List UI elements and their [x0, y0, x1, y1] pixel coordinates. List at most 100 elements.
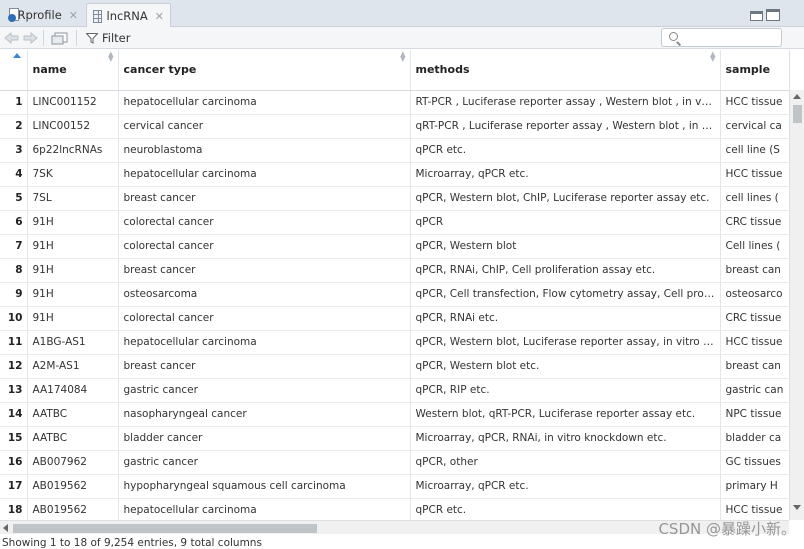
- sample-cell[interactable]: gastric can: [720, 378, 789, 403]
- search-input[interactable]: [661, 28, 782, 47]
- row-number-cell[interactable]: 3: [0, 138, 28, 163]
- sample-cell[interactable]: HCC tissue: [720, 498, 789, 520]
- name-cell[interactable]: AB019562: [27, 474, 119, 499]
- cancer-type-cell[interactable]: neuroblastoma: [118, 138, 411, 163]
- table-row[interactable]: 9 91H osteosarcoma qPCR, Cell transfection,…: [0, 282, 789, 307]
- row-number-cell[interactable]: 13: [0, 378, 28, 403]
- sample-cell[interactable]: breast can: [720, 258, 789, 283]
- filter-button[interactable]: Filter: [86, 30, 130, 46]
- name-cell[interactable]: AATBC: [27, 402, 119, 427]
- cancer-type-cell[interactable]: osteosarcoma: [118, 282, 411, 307]
- name-cell[interactable]: AATBC: [27, 426, 119, 451]
- sample-cell[interactable]: cell line (S: [720, 138, 789, 163]
- methods-cell[interactable]: qPCR etc.: [410, 498, 721, 520]
- row-number-cell[interactable]: 2: [0, 114, 28, 139]
- methods-cell[interactable]: qPCR, Western blot, Luciferase reporter …: [410, 330, 721, 355]
- name-cell[interactable]: 91H: [27, 306, 119, 331]
- tab-rprofile[interactable]: .Rprofile ✕: [2, 3, 84, 27]
- name-cell[interactable]: 6p22lncRNAs: [27, 138, 119, 163]
- tab-lncrna[interactable]: lncRNA ✕: [86, 3, 171, 28]
- row-number-cell[interactable]: 9: [0, 282, 28, 307]
- table-row[interactable]: 2 LINC00152 cervical cancer qRT-PCR , Lucif…: [0, 114, 789, 139]
- methods-cell[interactable]: Microarray, qPCR etc.: [410, 162, 721, 187]
- table-row[interactable]: 5 7SL breast cancer qPCR, Western blot, ChI…: [0, 186, 789, 211]
- row-number-cell[interactable]: 16: [0, 450, 28, 475]
- scroll-up-arrow-icon[interactable]: [793, 94, 801, 99]
- methods-cell[interactable]: qRT-PCR , Luciferase reporter assay , We…: [410, 114, 721, 139]
- table-row[interactable]: 16 AB007962 gastric cancer qPCR, other GC ti…: [0, 450, 789, 475]
- name-cell[interactable]: 91H: [27, 258, 119, 283]
- methods-cell[interactable]: Microarray, qPCR etc.: [410, 474, 721, 499]
- methods-cell[interactable]: qPCR etc.: [410, 138, 721, 163]
- cancer-type-cell[interactable]: breast cancer: [118, 354, 411, 379]
- table-row[interactable]: 11 A1BG-AS1 hepatocellular carcinoma qPCR, …: [0, 330, 789, 355]
- name-cell[interactable]: A2M-AS1: [27, 354, 119, 379]
- row-number-cell[interactable]: 18: [0, 498, 28, 520]
- methods-cell[interactable]: qPCR, RIP etc.: [410, 378, 721, 403]
- cancer-type-cell[interactable]: breast cancer: [118, 258, 411, 283]
- name-cell[interactable]: AB019562: [27, 498, 119, 520]
- cancer-type-cell[interactable]: gastric cancer: [118, 450, 411, 475]
- column-header-sample[interactable]: sample: [720, 50, 789, 91]
- cancer-type-cell[interactable]: colorectal cancer: [118, 306, 411, 331]
- column-header-cancer-type[interactable]: cancer type ▲ ▼: [118, 50, 411, 91]
- table-row[interactable]: 17 AB019562 hypopharyngeal squamous cell c…: [0, 474, 789, 499]
- table-row[interactable]: 12 A2M-AS1 breast cancer qPCR, Western blot…: [0, 354, 789, 379]
- row-number-cell[interactable]: 4: [0, 162, 28, 187]
- name-cell[interactable]: LINC001152: [27, 90, 119, 115]
- table-row[interactable]: 14 AATBC nasopharyngeal cancer Western blot…: [0, 402, 789, 427]
- methods-cell[interactable]: Microarray, qPCR, RNAi, in vitro knockdo…: [410, 426, 721, 451]
- sample-cell[interactable]: HCC tissue: [720, 90, 789, 115]
- methods-cell[interactable]: qPCR, Western blot, ChIP, Luciferase rep…: [410, 186, 721, 211]
- sample-cell[interactable]: cell lines (: [720, 186, 789, 211]
- cancer-type-cell[interactable]: bladder cancer: [118, 426, 411, 451]
- name-cell[interactable]: 91H: [27, 234, 119, 259]
- table-row[interactable]: 3 6p22lncRNAs neuroblastoma qPCR etc. cell l…: [0, 138, 789, 163]
- sample-cell[interactable]: GC tissues: [720, 450, 789, 475]
- sample-cell[interactable]: CRC tissue: [720, 210, 789, 235]
- table-row[interactable]: 8 91H breast cancer qPCR, RNAi, ChIP, Cell …: [0, 258, 789, 283]
- cancer-type-cell[interactable]: hepatocellular carcinoma: [118, 330, 411, 355]
- sample-cell[interactable]: CRC tissue: [720, 306, 789, 331]
- column-header-methods[interactable]: methods ▲ ▼: [410, 50, 721, 91]
- cancer-type-cell[interactable]: hypopharyngeal squamous cell carcinoma: [118, 474, 411, 499]
- sample-cell[interactable]: HCC tissue: [720, 330, 789, 355]
- table-row[interactable]: 7 91H colorectal cancer qPCR, Western blot C…: [0, 234, 789, 259]
- cancer-type-cell[interactable]: cervical cancer: [118, 114, 411, 139]
- cancer-type-cell[interactable]: gastric cancer: [118, 378, 411, 403]
- scroll-down-arrow-icon[interactable]: [793, 505, 801, 510]
- name-cell[interactable]: 7SL: [27, 186, 119, 211]
- methods-cell[interactable]: qPCR, other: [410, 450, 721, 475]
- methods-cell[interactable]: qPCR: [410, 210, 721, 235]
- methods-cell[interactable]: qPCR, Cell transfection, Flow cytometry …: [410, 282, 721, 307]
- methods-cell[interactable]: RT-PCR , Luciferase reporter assay , Wes…: [410, 90, 721, 115]
- table-row[interactable]: 18 AB019562 hepatocellular carcinoma qPCR e…: [0, 498, 789, 520]
- row-number-cell[interactable]: 5: [0, 186, 28, 211]
- row-number-cell[interactable]: 15: [0, 426, 28, 451]
- name-cell[interactable]: 91H: [27, 282, 119, 307]
- sample-cell[interactable]: Cell lines (: [720, 234, 789, 259]
- sample-cell[interactable]: breast can: [720, 354, 789, 379]
- cancer-type-cell[interactable]: colorectal cancer: [118, 234, 411, 259]
- row-number-cell[interactable]: 7: [0, 234, 28, 259]
- sample-cell[interactable]: HCC tissue: [720, 162, 789, 187]
- row-number-cell[interactable]: 14: [0, 402, 28, 427]
- row-number-cell[interactable]: 6: [0, 210, 28, 235]
- maximize-pane-icon[interactable]: [766, 9, 780, 21]
- name-cell[interactable]: 7SK: [27, 162, 119, 187]
- minimize-pane-icon[interactable]: [750, 11, 763, 21]
- methods-cell[interactable]: qPCR, RNAi etc.: [410, 306, 721, 331]
- close-icon[interactable]: ✕: [69, 9, 78, 22]
- cancer-type-cell[interactable]: colorectal cancer: [118, 210, 411, 235]
- cancer-type-cell[interactable]: hepatocellular carcinoma: [118, 90, 411, 115]
- name-cell[interactable]: AB007962: [27, 450, 119, 475]
- methods-cell[interactable]: qPCR, Western blot etc.: [410, 354, 721, 379]
- sample-cell[interactable]: NPC tissue: [720, 402, 789, 427]
- sample-cell[interactable]: osteosarco: [720, 282, 789, 307]
- cancer-type-cell[interactable]: hepatocellular carcinoma: [118, 498, 411, 520]
- table-row[interactable]: 6 91H colorectal cancer qPCR CRC tissue: [0, 210, 789, 235]
- name-cell[interactable]: A1BG-AS1: [27, 330, 119, 355]
- back-arrow-icon[interactable]: [4, 30, 20, 46]
- table-row[interactable]: 13 AA174084 gastric cancer qPCR, RIP etc. ga…: [0, 378, 789, 403]
- row-number-cell[interactable]: 10: [0, 306, 28, 331]
